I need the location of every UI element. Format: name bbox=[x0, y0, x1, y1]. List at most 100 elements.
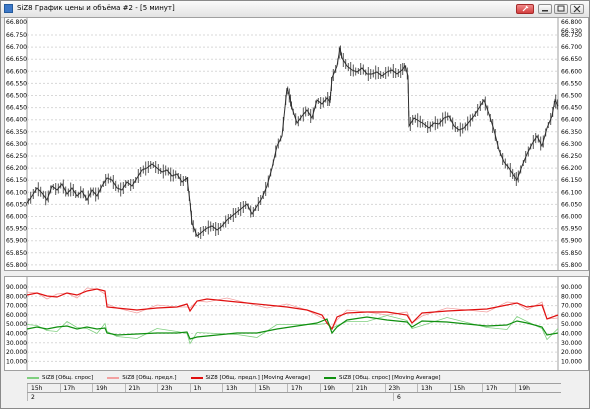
time-tick bbox=[27, 384, 28, 392]
price-label-right: 65.950 bbox=[561, 226, 582, 233]
legend-swatch bbox=[27, 377, 39, 379]
time-tick bbox=[319, 384, 321, 392]
time-tick bbox=[222, 384, 223, 392]
legend-item-bid-ma: SiZ8 [Общ. спрос] [Moving Average] bbox=[324, 375, 440, 381]
price-chart-panel[interactable]: 66.800 66.800 66.750 66.750 66.700 66.700 66.6… bbox=[4, 17, 589, 271]
price-label-left: 66.350 bbox=[6, 129, 27, 136]
time-tick bbox=[449, 384, 451, 392]
volume-label-right: 40.000 bbox=[561, 331, 582, 338]
price-label-left: 66.500 bbox=[6, 93, 27, 100]
time-label: 23h bbox=[388, 385, 400, 392]
time-tick bbox=[482, 384, 483, 392]
price-label-right: 66.000 bbox=[561, 214, 582, 221]
price-label-left: 66.450 bbox=[6, 105, 27, 112]
price-label-left: 66.700 bbox=[6, 44, 27, 51]
price-label-right: 66.550 bbox=[561, 80, 582, 87]
price-label-right-top: 66.800 bbox=[561, 19, 582, 26]
time-tick bbox=[384, 384, 386, 392]
series-bid-raw bbox=[26, 315, 559, 345]
price-label-right: 66.600 bbox=[561, 68, 582, 75]
time-label: 17h bbox=[486, 385, 498, 392]
legend-swatch bbox=[107, 377, 120, 379]
price-label-left: 66.400 bbox=[6, 117, 27, 124]
date-label: 6 bbox=[397, 394, 401, 401]
price-label-left: 65.800 bbox=[6, 262, 27, 269]
date-axis[interactable]: 26 bbox=[27, 392, 561, 402]
volume-label-left: 60.000 bbox=[6, 312, 27, 319]
time-label: 15h bbox=[258, 385, 270, 392]
chart-window: SiZ8 График цены и объёма #2 - [5 минут]… bbox=[0, 0, 590, 409]
time-tick bbox=[124, 384, 126, 392]
volume-label-right: 90.000 bbox=[561, 284, 582, 291]
minimize-button[interactable] bbox=[538, 4, 552, 14]
price-label-right-mid: 66.330 bbox=[561, 28, 582, 35]
volume-label-left: 80.000 bbox=[6, 293, 27, 300]
volume-chart[interactable]: 90.000 90.000 80.000 80.000 70.000 70.000 60.0… bbox=[5, 277, 588, 370]
price-label-right: 65.900 bbox=[561, 238, 582, 245]
price-label-right: 66.300 bbox=[561, 141, 582, 148]
time-label: 1h bbox=[193, 385, 202, 392]
price-label-right: 66.050 bbox=[561, 201, 582, 208]
volume-label-right: 80.000 bbox=[561, 293, 582, 300]
volume-chart-panel[interactable]: 90.000 90.000 80.000 80.000 70.000 70.000 60.0… bbox=[4, 276, 589, 371]
time-label: 15h bbox=[31, 385, 43, 392]
price-label-right: 66.650 bbox=[561, 56, 582, 63]
volume-label-left: 40.000 bbox=[6, 331, 27, 338]
volume-label-right: 30.000 bbox=[561, 340, 582, 347]
time-label: 21h bbox=[128, 385, 140, 392]
close-button[interactable] bbox=[570, 4, 584, 14]
price-label-right: 66.400 bbox=[561, 117, 582, 124]
volume-label-right: 10.000 bbox=[561, 358, 582, 365]
price-label-right: 66.450 bbox=[561, 105, 582, 112]
time-tick bbox=[514, 384, 516, 392]
legend-label: SiZ8 [Общ. предл.] bbox=[122, 375, 177, 381]
volume-label-right: 50.000 bbox=[561, 321, 582, 328]
pin-button[interactable] bbox=[516, 4, 534, 14]
time-label: 23h bbox=[161, 385, 173, 392]
volume-label-right: 70.000 bbox=[561, 303, 582, 310]
price-label-left: 66.550 bbox=[6, 80, 27, 87]
price-label-left-top: 66.800 bbox=[6, 19, 27, 26]
price-label-left: 66.050 bbox=[6, 201, 27, 208]
time-tick bbox=[352, 384, 353, 392]
time-label: 19h bbox=[96, 385, 108, 392]
time-tick bbox=[254, 384, 256, 392]
time-label: 13h bbox=[226, 385, 238, 392]
volume-label-left: 20.000 bbox=[6, 349, 27, 356]
chart-app-icon bbox=[4, 4, 13, 13]
maximize-icon bbox=[557, 5, 565, 12]
price-label-left: 65.950 bbox=[6, 226, 27, 233]
volume-label-left: 50.000 bbox=[6, 321, 27, 328]
price-label-right: 66.200 bbox=[561, 165, 582, 172]
legend-label: SiZ8 [Общ. спрос] bbox=[42, 375, 94, 381]
volume-label-left: 30.000 bbox=[6, 340, 27, 347]
maximize-button[interactable] bbox=[554, 4, 568, 14]
legend-item-bid: SiZ8 [Общ. спрос] bbox=[27, 375, 93, 381]
price-label-left: 66.250 bbox=[6, 153, 27, 160]
volume-label-left: 10.000 bbox=[6, 358, 27, 365]
legend-swatch bbox=[324, 377, 337, 379]
price-label-left: 66.300 bbox=[6, 141, 27, 148]
close-icon bbox=[573, 5, 581, 13]
time-label: 15h bbox=[453, 385, 465, 392]
time-label: 17h bbox=[63, 385, 75, 392]
price-label-left: 66.150 bbox=[6, 177, 27, 184]
price-candles-series bbox=[26, 47, 559, 237]
price-label-left: 65.900 bbox=[6, 238, 27, 245]
legend-label: SiZ8 [Общ. спрос] [Moving Average] bbox=[339, 375, 441, 381]
time-tick bbox=[287, 384, 288, 392]
price-label-left: 66.000 bbox=[6, 214, 27, 221]
time-tick bbox=[417, 384, 418, 392]
legend-swatch bbox=[190, 377, 203, 379]
series-bid-ma bbox=[26, 316, 559, 340]
price-label-right: 66.250 bbox=[561, 153, 582, 160]
price-label-left: 66.100 bbox=[6, 189, 27, 196]
pin-icon bbox=[522, 5, 529, 12]
price-chart[interactable]: 66.800 66.80066.750 66.75066.700 66.70066.6… bbox=[5, 18, 588, 270]
time-tick bbox=[92, 384, 93, 392]
price-label-right: 66.100 bbox=[561, 189, 582, 196]
legend-item-ask: SiZ8 [Общ. предл.] bbox=[107, 375, 177, 381]
title-bar[interactable]: SiZ8 График цены и объёма #2 - [5 минут] bbox=[1, 1, 589, 18]
legend-label: SiZ8 [Общ. предл.] [Moving Average] bbox=[205, 375, 311, 381]
price-label-left: 66.600 bbox=[6, 68, 27, 75]
